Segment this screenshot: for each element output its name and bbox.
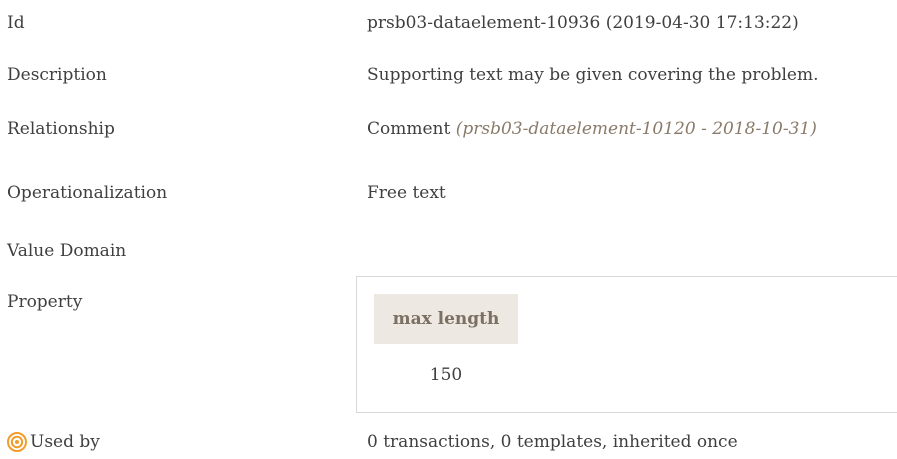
used-by-row: Used by 0 transactions, 0 templates, inh… xyxy=(7,428,892,456)
relationship-row: Relationship Comment (prsb03-dataelement… xyxy=(7,115,892,143)
description-value: Supporting text may be given covering th… xyxy=(367,65,819,85)
property-value-max-length: 150 xyxy=(429,365,463,385)
property-header-max-length: max length xyxy=(374,294,518,344)
relationship-reference[interactable]: (prsb03-dataelement-10120 - 2018-10-31) xyxy=(456,119,817,139)
operationalization-value: Free text xyxy=(367,183,446,203)
relationship-type: Comment xyxy=(367,119,451,139)
id-value: prsb03-dataelement-10936 (2019-04-30 17:… xyxy=(367,13,799,33)
id-row: Id prsb03-dataelement-10936 (2019-04-30 … xyxy=(7,9,892,37)
used-by-label: Used by xyxy=(30,432,100,452)
relationship-label: Relationship xyxy=(7,119,115,139)
relationship-value: Comment (prsb03-dataelement-10120 - 2018… xyxy=(367,115,817,143)
description-label: Description xyxy=(7,65,107,85)
operationalization-label: Operationalization xyxy=(7,183,168,203)
property-label: Property xyxy=(7,292,83,312)
value-domain-label: Value Domain xyxy=(7,241,127,261)
value-domain-row: Value Domain xyxy=(7,237,892,265)
target-icon xyxy=(7,432,27,452)
id-label: Id xyxy=(7,13,25,33)
description-row: Description Supporting text may be given… xyxy=(7,61,892,89)
operationalization-row: Operationalization Free text xyxy=(7,179,892,207)
used-by-value: 0 transactions, 0 templates, inherited o… xyxy=(367,432,738,452)
property-table: max length 150 xyxy=(356,276,897,413)
dataset-detail-page: Id prsb03-dataelement-10936 (2019-04-30 … xyxy=(0,0,897,459)
